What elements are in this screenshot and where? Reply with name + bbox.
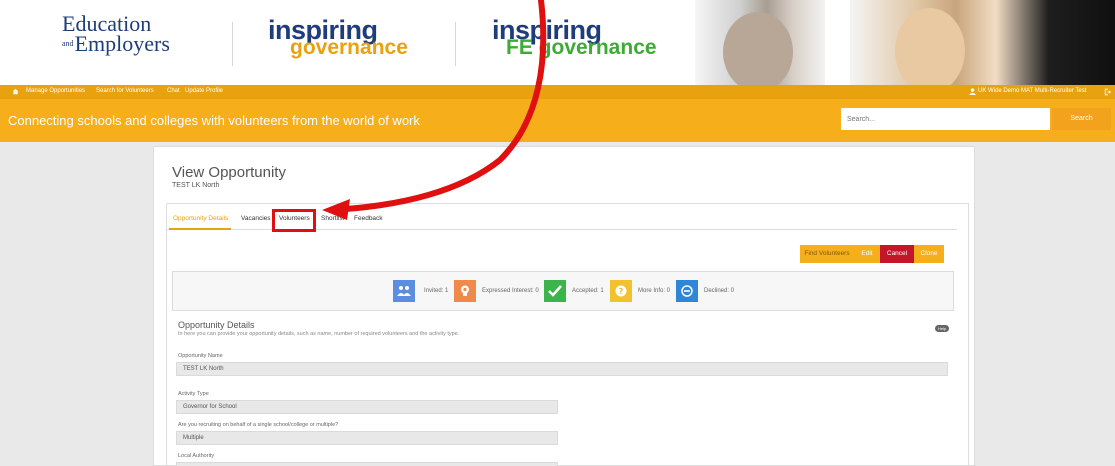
nav-chat[interactable]: Chat [167, 88, 180, 94]
expressed-interest-count: Expressed Interest: 0 [482, 288, 539, 294]
top-nav: Manage Opportunities Search for Voluntee… [0, 85, 1115, 99]
logo2-part2: governance [290, 36, 408, 59]
active-tab-indicator [169, 228, 231, 230]
opportunity-name-label: Opportunity Name [178, 353, 223, 359]
edit-button[interactable]: Edit [854, 245, 880, 263]
divider [455, 22, 456, 66]
inspiring-governance-logo[interactable]: inspiring governance [268, 17, 408, 59]
banner-photo-man [695, 0, 825, 85]
nav-search-volunteers[interactable]: Search for Volunteers [96, 88, 154, 94]
home-icon[interactable] [12, 88, 19, 95]
header-banner: Education andEmployers inspiring governa… [0, 0, 1115, 85]
svg-text:?: ? [619, 287, 624, 296]
help-button[interactable]: Help [935, 325, 949, 332]
page-title: View Opportunity [172, 164, 286, 181]
tab-opportunity-details[interactable]: Opportunity Details [173, 215, 228, 222]
invited-count: Invited: 1 [424, 288, 449, 294]
logout-icon[interactable] [1104, 88, 1112, 96]
status-summary: Invited: 1 Expressed Interest: 0 Accepte… [172, 271, 954, 311]
search-input[interactable] [841, 108, 1050, 130]
local-authority-field[interactable] [176, 462, 558, 466]
tagline: Connecting schools and colleges with vol… [8, 113, 420, 128]
more-info-count: More Info: 0 [638, 288, 671, 294]
tab-feedback[interactable]: Feedback [354, 215, 383, 222]
activity-type-field[interactable]: Governor for School [176, 400, 558, 414]
recruiting-question-label: Are you recruiting on behalf of a single… [178, 422, 339, 428]
nav-manage-opportunities[interactable]: Manage Opportunities [26, 88, 85, 94]
accepted-count: Accepted: 1 [572, 288, 604, 294]
search-button[interactable]: Search [1052, 108, 1111, 130]
divider [232, 22, 233, 66]
tab-vacancies[interactable]: Vacancies [241, 215, 271, 222]
people-icon [393, 280, 415, 302]
nav-update-profile[interactable]: Update Profile [185, 88, 223, 94]
opportunity-name-field[interactable]: TEST LK North [176, 362, 948, 376]
page: Education andEmployers inspiring governa… [0, 0, 1115, 466]
education-employers-logo[interactable]: Education andEmployers [62, 13, 170, 56]
recruiting-type-field[interactable]: Multiple [176, 431, 558, 445]
clone-button[interactable]: Clone [914, 245, 944, 263]
lightbulb-icon [454, 280, 476, 302]
page-subtitle: TEST LK North [172, 182, 220, 189]
logo-line2: Employers [74, 31, 170, 56]
section-title: Opportunity Details [178, 320, 255, 330]
check-icon [544, 280, 566, 302]
question-icon: ? [610, 280, 632, 302]
declined-count: Declined: 0 [704, 288, 735, 294]
logo3-part2: FE governance [506, 36, 657, 59]
activity-type-label: Activity Type [178, 391, 209, 397]
find-volunteers-button[interactable]: Find Volunteers [800, 245, 854, 263]
inspiring-fe-governance-logo[interactable]: inspiring FE governance [492, 17, 657, 59]
local-authority-label: Local Authority [178, 453, 215, 459]
minus-circle-icon [676, 280, 698, 302]
user-icon [969, 88, 976, 95]
tab-shortlist[interactable]: Shortlist [321, 215, 344, 222]
banner-photo-woman [850, 0, 1115, 85]
nav-user-name[interactable]: UK Wide Demo MAT Multi-Recruiter Test [978, 88, 1086, 94]
logo-and: and [62, 39, 74, 48]
cancel-button[interactable]: Cancel [880, 245, 914, 263]
action-buttons: Find Volunteers Edit Cancel Clone [800, 245, 944, 263]
section-description: In here you can provide your opportunity… [178, 331, 460, 337]
annotation-highlight-box [272, 209, 316, 232]
